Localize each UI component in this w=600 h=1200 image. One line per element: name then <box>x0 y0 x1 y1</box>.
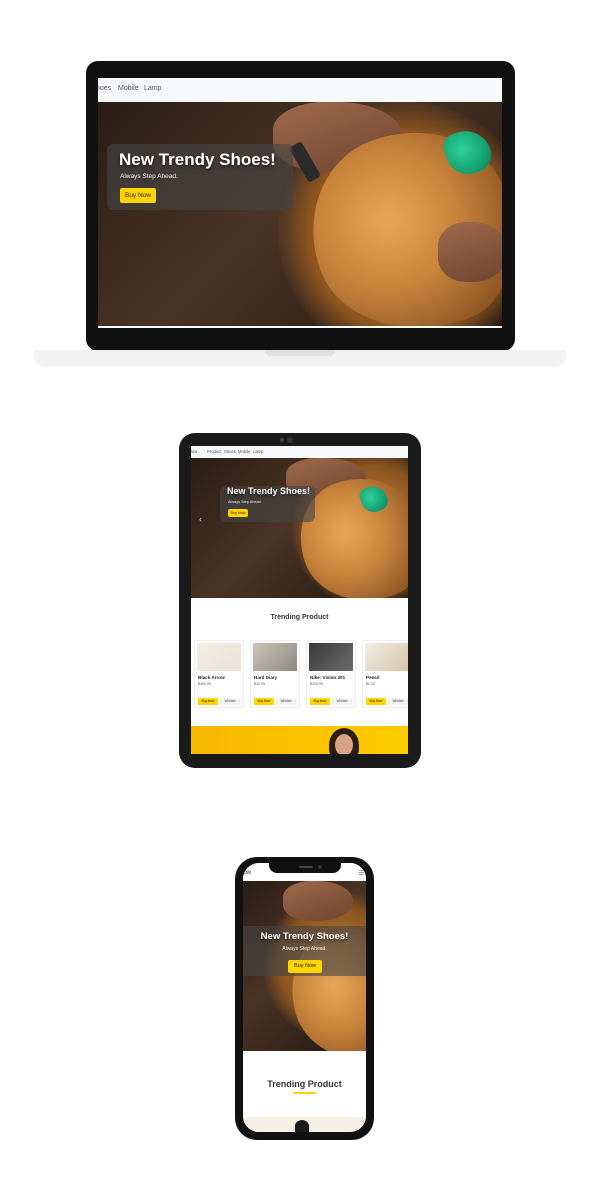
nav-brand[interactable]: low <box>243 870 251 876</box>
buy-now-button[interactable]: Buy Now <box>254 698 274 705</box>
product-price: $400.99 <box>198 682 211 686</box>
tablet-navbar: low Product Shoes Mobile Lamp <box>191 446 408 458</box>
buy-now-button[interactable]: Buy Now <box>198 698 218 705</box>
laptop-navbar: hoes Mobile Lamp <box>98 78 502 102</box>
product-card[interactable]: Nike: Vision 201 $200.99 Buy Now Wishlist <box>306 640 356 708</box>
laptop-screen: hoes Mobile Lamp New Trendy Shoes! Alway… <box>98 78 502 328</box>
product-price: $200.99 <box>310 682 323 686</box>
nav-link-shoes[interactable]: hoes <box>98 85 111 92</box>
tablet-camera <box>280 438 284 442</box>
nav-link-mobile[interactable]: Mobile <box>238 449 250 454</box>
product-card[interactable]: Black Arrow $400.99 Buy Now Wishlist <box>194 640 244 708</box>
product-image <box>365 643 408 671</box>
product-card-peek <box>243 1117 366 1132</box>
wishlist-button[interactable]: Wishlist <box>332 698 352 705</box>
hero-subtitle: Always Step Ahead. <box>228 500 262 504</box>
hero-buy-now-button[interactable]: Buy Now <box>288 960 322 973</box>
wishlist-button[interactable]: Wishlist <box>276 698 296 705</box>
tablet-screen: low Product Shoes Mobile Lamp New Trendy… <box>191 446 408 754</box>
product-image <box>309 643 353 671</box>
hero-carousel: New Trendy Shoes! Always Step Ahead. Buy… <box>98 102 502 326</box>
hero-title: New Trendy Shoes! <box>260 931 349 942</box>
wishlist-button[interactable]: Wishlist <box>388 698 408 705</box>
hero-title: New Trendy Shoes! <box>119 150 276 169</box>
product-card[interactable]: Pencil $2.22 Buy Now Wishlist <box>362 640 408 708</box>
hamburger-icon[interactable]: ☰ <box>358 869 364 877</box>
hero-carousel: New Trendy Shoes! Always Step Ahead. Buy… <box>243 881 366 1051</box>
nav-brand[interactable]: low <box>191 449 197 454</box>
hero-title: New Trendy Shoes! <box>227 486 311 496</box>
buy-now-button[interactable]: Buy Now <box>366 698 386 705</box>
wishlist-button[interactable]: Wishlist <box>220 698 240 705</box>
hero-buy-now-button[interactable]: Buy Now <box>120 188 156 203</box>
nav-link-shoes[interactable]: Shoes <box>224 449 236 454</box>
product-image <box>197 643 241 671</box>
product-price: $2.22 <box>366 682 375 686</box>
product-name: Pencil <box>366 675 380 680</box>
hero-buy-now-button[interactable]: Buy Now <box>228 509 248 517</box>
promo-banner <box>191 726 408 754</box>
buy-now-button[interactable]: Buy Now <box>310 698 330 705</box>
hero-carousel: New Trendy Shoes! Always Step Ahead. Buy… <box>191 458 408 598</box>
nav-link-mobile[interactable]: Mobile <box>118 85 139 92</box>
phone-screen: low ☰ New Trendy Shoes! Always Step Ahea… <box>243 863 366 1132</box>
nav-link-product[interactable]: Product <box>207 449 221 454</box>
product-card[interactable]: Hard Diary $20.99 Buy Now Wishlist <box>250 640 300 708</box>
nav-link-lamp[interactable]: Lamp <box>144 85 162 92</box>
product-image <box>253 643 297 671</box>
trending-title: Trending Product <box>267 1079 342 1089</box>
product-name: Black Arrow <box>198 675 225 680</box>
hero-subtitle: Always Step Ahead. <box>120 173 178 180</box>
trending-title: Trending Product <box>270 614 329 621</box>
chevron-left-icon[interactable]: ‹ <box>199 514 202 524</box>
phone-camera <box>318 865 322 869</box>
product-name: Hard Diary <box>254 675 278 680</box>
nav-link-lamp[interactable]: Lamp <box>253 449 263 454</box>
product-price: $20.99 <box>254 682 265 686</box>
title-underline <box>293 1092 316 1094</box>
product-name: Nike: Vision 201 <box>310 675 346 680</box>
phone-speaker <box>299 866 313 868</box>
hero-subtitle: Always Step Ahead. <box>282 946 327 952</box>
laptop-notch <box>265 350 335 356</box>
